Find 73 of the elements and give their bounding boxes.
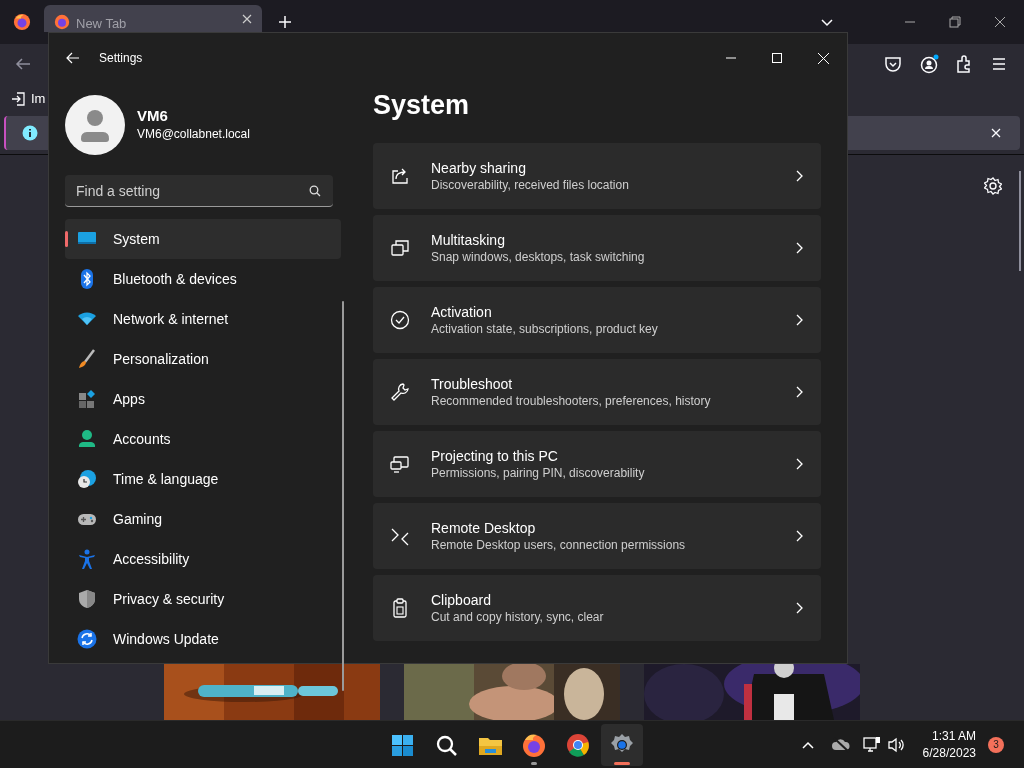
menu-icon[interactable] (991, 56, 1007, 72)
globe-clock-icon (77, 469, 97, 489)
chevron-right-icon (795, 602, 803, 614)
projector-icon (390, 454, 410, 474)
maximize-icon[interactable] (772, 53, 782, 63)
notification-badge[interactable]: 3 (988, 736, 1004, 753)
firefox-icon (54, 14, 70, 30)
network-icon[interactable] (862, 735, 881, 754)
settings-card[interactable]: Activation Activation state, subscriptions, product key (373, 287, 821, 353)
shield-icon (77, 589, 97, 609)
bookmark-link[interactable]: Im (31, 89, 46, 109)
nav-item[interactable]: Gaming (65, 499, 341, 539)
wrench-icon (390, 382, 410, 402)
refresh-icon (77, 629, 97, 649)
chevron-right-icon (795, 458, 803, 470)
windows-icon (390, 238, 410, 258)
new-tab-icon[interactable] (278, 15, 292, 29)
page-heading: System (373, 89, 471, 122)
person-icon (77, 429, 97, 449)
search-icon[interactable] (309, 185, 321, 197)
import-icon[interactable] (11, 92, 25, 106)
pocket-icon[interactable] (884, 55, 902, 73)
scrollbar[interactable] (1019, 171, 1021, 271)
share-icon (390, 166, 410, 186)
settings-card[interactable]: Troubleshoot Recommended troubleshooters, preferences, history (373, 359, 821, 425)
paintbrush-icon (77, 349, 97, 369)
nav-item[interactable]: Windows Update (65, 619, 341, 659)
chevron-right-icon (795, 170, 803, 182)
close-icon[interactable] (994, 16, 1006, 28)
profile-email: VM6@collabnet.local (137, 126, 250, 143)
nav-item[interactable]: System (65, 219, 341, 259)
nav-item[interactable]: Accounts (65, 419, 341, 459)
cloud-off-icon[interactable] (830, 736, 851, 753)
settings-card[interactable]: Projecting to this PC Permissions, pairing PIN, discoverability (373, 431, 821, 497)
chevrons-icon (390, 526, 410, 546)
clock-time[interactable]: 1:31 AM (931, 727, 976, 745)
restore-icon[interactable] (949, 16, 961, 28)
volume-icon[interactable] (886, 735, 905, 754)
settings-card[interactable]: Clipboard Cut and copy history, sync, clear (373, 575, 821, 641)
avatar (65, 95, 125, 155)
nav-item[interactable]: Privacy & security (65, 579, 341, 619)
chevron-right-icon (795, 386, 803, 398)
settings-card[interactable]: Nearby sharing Discoverability, received files location (373, 143, 821, 209)
nav-item[interactable]: Personalization (65, 339, 341, 379)
settings-icon[interactable] (984, 177, 1002, 195)
window-title: Settings (99, 50, 143, 67)
back-icon[interactable] (66, 51, 80, 65)
nav-item[interactable]: Network & internet (65, 299, 341, 339)
apps-icon (77, 389, 97, 409)
chevron-right-icon (795, 530, 803, 542)
clock-date[interactable]: 6/28/2023 (922, 744, 976, 762)
firefox-icon[interactable] (13, 13, 31, 31)
settings-card[interactable]: Multitasking Snap windows, desktops, task switching (373, 215, 821, 281)
accessibility-icon (77, 549, 97, 569)
scrollbar[interactable] (342, 301, 344, 691)
clipboard-icon (390, 598, 410, 618)
chrome-icon (565, 731, 591, 758)
chevron-right-icon (795, 314, 803, 326)
chevron-right-icon (795, 242, 803, 254)
nav-item[interactable]: Accessibility (65, 539, 341, 579)
nav-item[interactable]: Apps (65, 379, 341, 419)
account-icon[interactable] (920, 54, 940, 74)
profile-name: VM6 (137, 107, 169, 125)
info-icon (22, 125, 38, 141)
nav-item[interactable]: Time & language (65, 459, 341, 499)
search-field[interactable]: Find a setting (65, 175, 333, 207)
check-circle-icon (390, 310, 410, 330)
browser-tab[interactable]: New Tab (44, 5, 262, 32)
close-icon[interactable] (242, 14, 252, 24)
settings-card[interactable]: Remote Desktop Remote Desktop users, connection permissions (373, 503, 821, 569)
taskbar-button[interactable] (601, 723, 643, 766)
extensions-icon[interactable] (955, 55, 973, 73)
nav-item[interactable]: Bluetooth & devices (65, 259, 341, 299)
